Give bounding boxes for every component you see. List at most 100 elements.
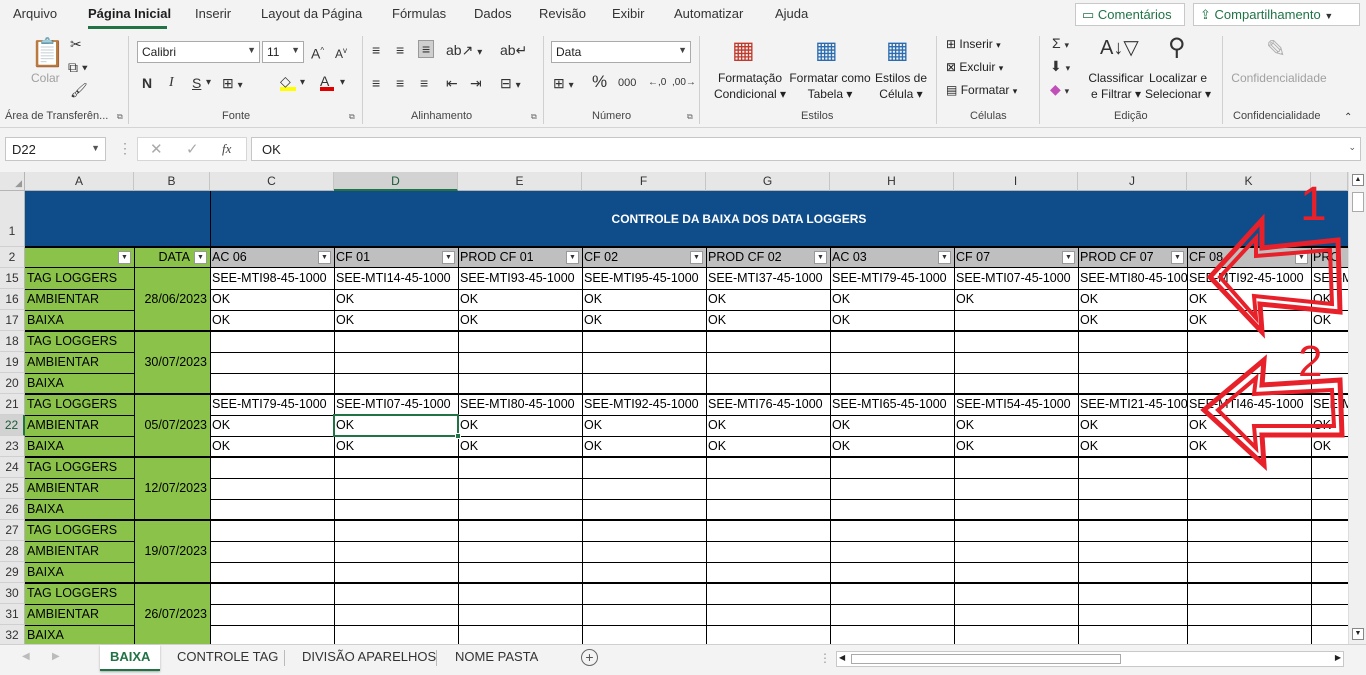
alignment-launcher-icon[interactable]: ⧉ <box>531 112 537 122</box>
filter-dropdown-icon[interactable]: ▼ <box>566 251 579 264</box>
tag-cell[interactable]: SEE-M <box>1311 394 1348 415</box>
format-painter-icon[interactable]: 🖌 <box>70 82 88 98</box>
tag-cell[interactable]: SEE-MTI93-45-1000 <box>458 268 582 289</box>
row-header[interactable]: 26 <box>0 499 25 520</box>
date-cell[interactable]: 30/07/2023 <box>134 331 210 394</box>
tag-cell[interactable]: SEE-MTI21-45-1000 <box>1078 394 1187 415</box>
status-cell[interactable]: OK <box>582 415 706 436</box>
status-cell[interactable]: OK <box>210 289 334 310</box>
status-cell[interactable]: OK <box>1078 289 1187 310</box>
status-cell[interactable]: OK <box>458 289 582 310</box>
align-bottom-icon[interactable]: ≡ <box>418 40 435 58</box>
column-header-k[interactable]: K <box>1187 172 1311 191</box>
status-cell[interactable]: OK <box>582 436 706 457</box>
sensor-header[interactable]: PROD CF 01 ▼ <box>458 248 582 267</box>
conditional-format-icon[interactable]: ▦ <box>732 38 755 64</box>
tag-cell[interactable]: SEE-MTI37-45-1000 <box>706 268 830 289</box>
status-cell[interactable]: OK <box>830 289 954 310</box>
horizontal-scroll-thumb[interactable] <box>851 654 1121 664</box>
row-label[interactable]: TAG LOGGERS <box>25 331 134 352</box>
column-header-h[interactable]: H <box>830 172 954 191</box>
tab-exibir[interactable]: Exibir <box>612 6 645 21</box>
status-cell[interactable]: OK <box>954 436 1078 457</box>
row-header[interactable]: 15 <box>0 268 25 289</box>
tag-cell[interactable]: SEE-MTI80-45-1000 <box>458 394 582 415</box>
row-header[interactable]: 21 <box>0 394 25 415</box>
row-header[interactable]: 25 <box>0 478 25 499</box>
tab-ajuda[interactable]: Ajuda <box>775 6 808 21</box>
clear-icon[interactable]: ◆ ▾ <box>1050 81 1069 99</box>
row-label[interactable]: AMBIENTAR <box>25 415 134 436</box>
orientation-icon[interactable]: ab↗ ▾ <box>446 42 482 61</box>
row-label[interactable]: AMBIENTAR <box>25 289 134 310</box>
wrap-text-icon[interactable]: ab↵ <box>500 42 527 58</box>
copy-icon[interactable]: ⧉ ▾ <box>68 59 88 75</box>
cancel-icon[interactable]: ✕ <box>150 140 163 158</box>
status-cell[interactable]: OK <box>706 436 830 457</box>
tab-dados[interactable]: Dados <box>474 6 512 21</box>
number-launcher-icon[interactable]: ⧉ <box>687 112 693 122</box>
filter-dropdown-icon[interactable]: ▼ <box>318 251 331 264</box>
date-cell[interactable]: 19/07/2023 <box>134 520 210 583</box>
status-cell[interactable]: OK <box>334 310 458 331</box>
fill-color-icon[interactable]: ◇ <box>280 73 296 91</box>
comma-style-icon[interactable]: 000 <box>618 75 636 91</box>
add-sheet-icon[interactable]: + <box>581 649 598 666</box>
paste-label[interactable]: Colar <box>31 70 60 86</box>
tag-cell[interactable]: SEE-MTI79-45-1000 <box>210 394 334 415</box>
delete-cells-button[interactable]: ⊠ Excluir ▾ <box>946 59 1003 76</box>
row-header[interactable]: 22 <box>0 415 25 436</box>
row-label[interactable]: TAG LOGGERS <box>25 583 134 604</box>
chevron-down-icon[interactable]: ▾ <box>300 75 305 91</box>
horizontal-scrollbar[interactable]: ◀ ▶ <box>836 651 1344 667</box>
align-middle-icon[interactable]: ≡ <box>396 42 404 58</box>
date-header[interactable]: DATA ▼ <box>134 248 210 267</box>
status-cell[interactable]: OK <box>334 436 458 457</box>
decrease-font-icon[interactable]: Av <box>335 43 347 62</box>
row-label[interactable]: AMBIENTAR <box>25 478 134 499</box>
row-label[interactable]: BAIXA <box>25 499 134 520</box>
status-cell[interactable]: OK <box>706 310 830 331</box>
filter-dropdown-icon[interactable]: ▼ <box>690 251 703 264</box>
cut-icon[interactable]: ✂ <box>70 36 82 52</box>
filter-dropdown-icon[interactable]: ▼ <box>1295 251 1308 264</box>
sensor-header[interactable]: AC 03 ▼ <box>830 248 954 267</box>
clipboard-launcher-icon[interactable]: ⧉ <box>117 112 123 122</box>
row-header[interactable]: 2 <box>0 247 25 268</box>
date-cell[interactable]: 26/07/2023 <box>134 583 210 644</box>
scroll-down-icon[interactable]: ▼ <box>1352 628 1364 640</box>
cell-styles-icon[interactable]: ▦ <box>886 38 909 64</box>
find-select-button[interactable]: Localizar e Selecionar ▾ <box>1145 70 1211 102</box>
status-cell[interactable]: OK <box>1311 310 1348 331</box>
collapse-ribbon-icon[interactable]: ⌃ <box>1344 110 1352 126</box>
status-cell[interactable]: OK <box>1187 289 1311 310</box>
status-cell[interactable] <box>954 310 1078 331</box>
filter-dropdown-icon[interactable]: ▼ <box>1171 251 1184 264</box>
font-launcher-icon[interactable]: ⧉ <box>349 112 355 122</box>
status-cell[interactable]: OK <box>458 415 582 436</box>
row-label[interactable]: BAIXA <box>25 310 134 331</box>
status-cell[interactable]: OK <box>1187 436 1311 457</box>
row-label[interactable]: BAIXA <box>25 625 134 644</box>
sensitivity-icon[interactable]: ✎ <box>1266 36 1286 64</box>
share-button[interactable]: ⇪ Compartilhamento ▼ <box>1193 3 1360 26</box>
row-header[interactable]: 19 <box>0 352 25 373</box>
row-label[interactable]: BAIXA <box>25 373 134 394</box>
splitter-handle-icon[interactable]: ⋮ <box>819 651 831 665</box>
select-all-corner[interactable]: ◢ <box>0 172 25 191</box>
tab-inserir[interactable]: Inserir <box>195 6 231 21</box>
paste-icon[interactable]: 📋 <box>30 38 65 68</box>
sort-filter-button[interactable]: Classificar e Filtrar ▾ <box>1085 70 1147 102</box>
number-format-combo[interactable]: Data ▼ <box>551 41 691 63</box>
tab-pagina-inicial[interactable]: Página Inicial <box>88 6 171 21</box>
status-cell[interactable]: OK <box>582 289 706 310</box>
active-cell-d22[interactable] <box>333 414 459 437</box>
column-header-j[interactable]: J <box>1078 172 1187 191</box>
font-name-combo[interactable]: Calibri ▼ <box>137 41 260 63</box>
confirm-icon[interactable]: ✓ <box>186 140 199 158</box>
decrease-decimal-icon[interactable]: ,00→ <box>672 75 696 91</box>
formula-input[interactable]: OK ⌄ <box>251 137 1361 161</box>
comments-button[interactable]: ▭ Comentários <box>1075 3 1185 26</box>
format-cells-button[interactable]: ▤ Formatar ▾ <box>946 82 1017 99</box>
borders-icon[interactable]: ⊞ ▾ <box>222 75 243 94</box>
